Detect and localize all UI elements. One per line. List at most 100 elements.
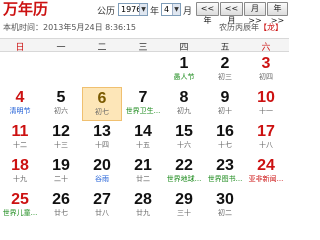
year-select[interactable]: 1976 ▼	[118, 3, 148, 16]
day-lunar: 世界儿童...	[2, 209, 38, 217]
day-number: 3	[261, 55, 271, 72]
day-lunar: 十六	[177, 141, 191, 149]
day-lunar: 十八	[259, 141, 273, 149]
day-cell[interactable]: 27 廿八	[82, 189, 122, 223]
day-lunar: 世界卫生...	[125, 107, 161, 115]
day-lunar: 初二	[218, 209, 232, 217]
day-number: 23	[216, 157, 234, 174]
day-cell[interactable]: 1 愚人节	[164, 53, 204, 87]
weekday-mon: 一	[56, 43, 66, 53]
day-cell[interactable]: 28 廿九	[123, 189, 163, 223]
day-number: 11	[11, 123, 29, 140]
day-lunar: 十九	[13, 175, 27, 183]
day-cell[interactable]: 18 十九	[0, 155, 40, 189]
day-cell[interactable]: 21 廿二	[123, 155, 163, 189]
day-number: 6	[97, 90, 107, 107]
day-lunar: 初六	[54, 107, 68, 115]
lunar-year-text: 农历丙辰年	[219, 23, 259, 32]
chevron-down-icon: ▼	[139, 4, 147, 15]
day-number: 30	[216, 191, 234, 208]
day-cell[interactable]: 16 十七	[205, 121, 245, 155]
day-number: 19	[52, 157, 70, 174]
day-number: 12	[52, 123, 70, 140]
day-cell[interactable]: 17 十八	[246, 121, 286, 155]
day-number: 20	[93, 157, 111, 174]
day-cell[interactable]: 15 十六	[164, 121, 204, 155]
day-lunar: 廿二	[136, 175, 150, 183]
weekday-sun: 日	[15, 43, 25, 53]
day-cell[interactable]: 24 亚非新闻...	[246, 155, 286, 189]
weekday-header: 日 一 二 三 四 五 六	[0, 38, 289, 53]
day-cell[interactable]: 14 十五	[123, 121, 163, 155]
day-cell[interactable]: 20 谷雨	[82, 155, 122, 189]
day-number: 7	[138, 89, 148, 106]
day-cell[interactable]: 5 初六	[41, 87, 81, 121]
day-number: 29	[175, 191, 193, 208]
day-cell[interactable]: 9 初十	[205, 87, 245, 121]
zodiac-label: 【龙】	[259, 23, 283, 32]
local-time: 本机时间：2013年5月24日 8:36:15	[3, 23, 137, 32]
day-cell[interactable]: 19 二十	[41, 155, 81, 189]
day-number: 10	[257, 89, 275, 106]
year-unit-label: 年	[150, 7, 160, 17]
day-number: 22	[175, 157, 193, 174]
next-year-button[interactable]: 年>>	[267, 2, 288, 25]
day-number: 28	[134, 191, 152, 208]
day-number: 2	[220, 55, 230, 72]
day-cell[interactable]: 11 十二	[0, 121, 40, 155]
day-number: 14	[134, 123, 152, 140]
weekday-thu: 四	[179, 43, 189, 53]
next-month-button[interactable]: 月>>	[244, 2, 266, 25]
day-number: 25	[11, 191, 29, 208]
weekday-wed: 三	[138, 43, 148, 53]
day-lunar: 十七	[218, 141, 232, 149]
day-lunar: 十一	[259, 107, 273, 115]
day-cell[interactable]: 3 初四	[246, 53, 286, 87]
day-number: 1	[179, 55, 189, 72]
day-lunar: 十五	[136, 141, 150, 149]
weekday-sat: 六	[261, 43, 271, 53]
month-select[interactable]: 4 ▼	[161, 3, 181, 16]
day-cell[interactable]: 12 十三	[41, 121, 81, 155]
day-lunar: 十二	[13, 141, 27, 149]
calendar-type-label: 公历	[97, 7, 116, 17]
day-cell[interactable]: 22 世界地球...	[164, 155, 204, 189]
day-cell[interactable]: 29 三十	[164, 189, 204, 223]
day-number: 27	[93, 191, 111, 208]
prev-month-button[interactable]: <<月	[220, 2, 243, 25]
day-lunar: 愚人节	[173, 73, 195, 81]
day-cell[interactable]: 10 十一	[246, 87, 286, 121]
day-lunar: 廿七	[54, 209, 68, 217]
day-lunar: 十三	[54, 141, 68, 149]
day-cell[interactable]: 26 廿七	[41, 189, 81, 223]
day-lunar: 初九	[177, 107, 191, 115]
day-number: 17	[257, 123, 275, 140]
day-lunar: 清明节	[9, 107, 31, 115]
day-cell[interactable]: 8 初九	[164, 87, 204, 121]
day-cell[interactable]: 30 初二	[205, 189, 245, 223]
day-cell[interactable]: 13 十四	[82, 121, 122, 155]
day-lunar: 十四	[95, 141, 109, 149]
day-number: 9	[220, 89, 230, 106]
day-lunar: 世界图书...	[207, 175, 243, 183]
day-number: 26	[52, 191, 70, 208]
day-lunar: 谷雨	[95, 175, 109, 183]
weekday-fri: 五	[220, 43, 230, 53]
day-cell-selected[interactable]: 6 初七	[82, 87, 122, 121]
day-cell[interactable]: 25 世界儿童...	[0, 189, 40, 223]
day-cell[interactable]: 4 清明节	[0, 87, 40, 121]
day-number: 21	[134, 157, 152, 174]
day-lunar: 初十	[218, 107, 232, 115]
weekday-tue: 二	[97, 43, 107, 53]
prev-year-button[interactable]: <<年	[196, 2, 219, 25]
day-cell[interactable]: 2 初三	[205, 53, 245, 87]
day-cell[interactable]: 23 世界图书...	[205, 155, 245, 189]
day-lunar: 廿八	[95, 209, 109, 217]
day-number: 4	[15, 89, 25, 106]
lunar-year: 农历丙辰年【龙】	[219, 22, 283, 33]
day-lunar: 世界地球...	[166, 175, 202, 183]
day-cell[interactable]: 7 世界卫生...	[123, 87, 163, 121]
day-number: 8	[179, 89, 189, 106]
day-lunar: 初三	[218, 73, 232, 81]
day-lunar: 初七	[95, 108, 109, 116]
